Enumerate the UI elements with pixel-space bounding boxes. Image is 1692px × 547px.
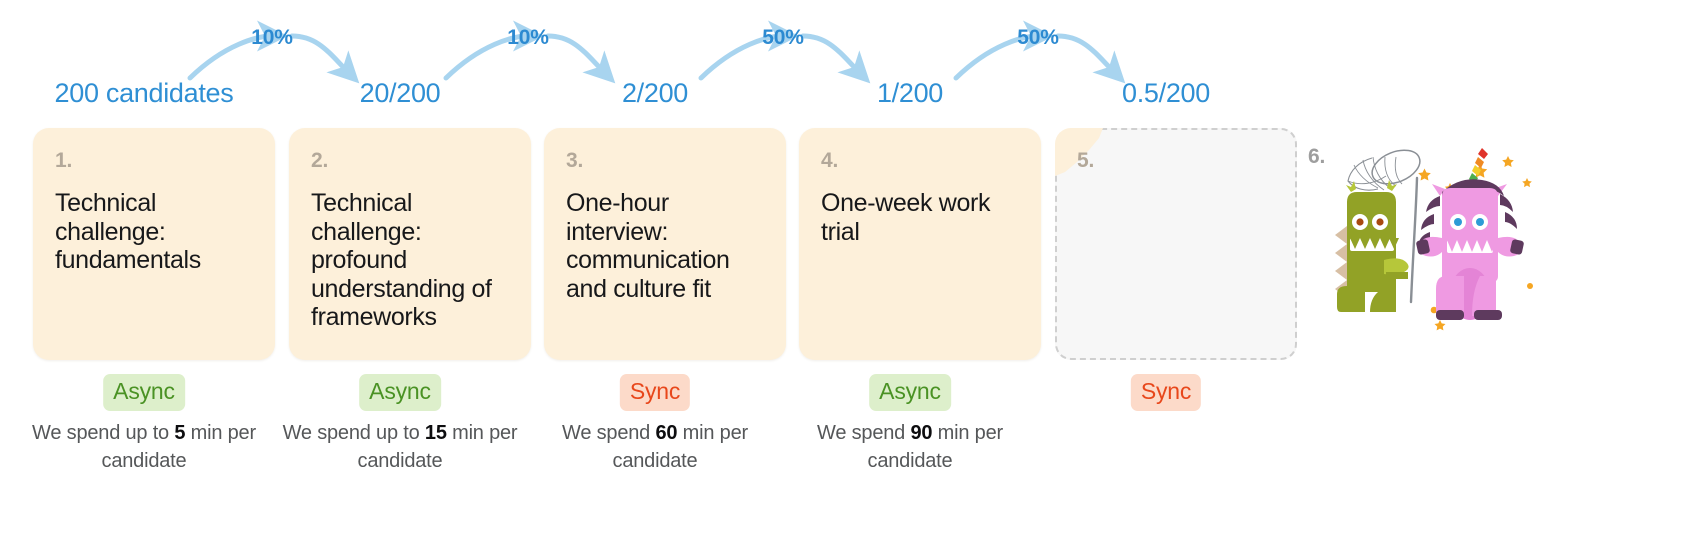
- mode-badges-row: Async Async Sync Async Sync: [0, 374, 1692, 411]
- status-badge-step-1: Async: [103, 374, 185, 411]
- stage-card-2-number: 2.: [311, 149, 329, 172]
- candidate-count-5: 0.5/200: [1122, 78, 1210, 108]
- time-caption-step-1-value: 5: [174, 422, 186, 444]
- status-badge-step-5: Sync: [1130, 374, 1202, 411]
- unicorn-monster-icon: [1416, 148, 1524, 320]
- time-caption-step-2-pre: We spend up to: [282, 422, 425, 444]
- stage-card-2-title: Technical challenge: profound understand…: [311, 189, 492, 331]
- stage-card-4-number: 4.: [821, 149, 839, 172]
- status-badge-step-2: Async: [359, 374, 441, 411]
- status-badge-step-4: Async: [869, 374, 951, 411]
- funnel-conversion-row: 10% 10% 50% 50% 200 candidates 20/200 2/…: [0, 0, 1692, 130]
- stage-card-1-title: Technical challenge: fundamentals: [55, 189, 201, 274]
- stage-card-1-number: 1.: [55, 149, 73, 172]
- stage-item-6-illustration: 6.: [1300, 128, 1550, 360]
- conversion-rate-1: 10%: [251, 26, 293, 49]
- conversion-arrows: [187, 20, 1126, 84]
- candidate-count-2: 20/200: [359, 78, 441, 108]
- time-caption-step-4-value: 90: [910, 422, 933, 444]
- candidate-count-row: 200 candidates 20/200 2/200 1/200 0.5/20…: [0, 78, 1692, 118]
- stage-card-4[interactable]: 4. One-week work trial: [799, 128, 1041, 360]
- green-monster-icon: [1335, 180, 1409, 312]
- time-caption-step-4: We spend 90 min per candidate: [788, 420, 1032, 475]
- conversion-rate-4: 50%: [1017, 26, 1059, 49]
- time-caption-step-1-pre: We spend up to: [32, 422, 175, 444]
- candidate-count-1: 200 candidates: [54, 78, 234, 108]
- monsters-illustration: [1335, 148, 1533, 331]
- stage-card-1[interactable]: 1. Technical challenge: fundamentals: [33, 128, 275, 360]
- conversion-rate-3: 50%: [762, 26, 804, 49]
- stage-card-3[interactable]: 3. One-hour interview: communication and…: [544, 128, 786, 360]
- time-caption-step-3-pre: We spend: [562, 422, 656, 444]
- stage-card-5-number: 5.: [1077, 149, 1095, 172]
- stage-item-6-number: 6.: [1308, 145, 1326, 168]
- time-caption-step-2-value: 15: [424, 422, 447, 444]
- stage-cards-row: 1. Technical challenge: fundamentals 2. …: [0, 128, 1692, 363]
- hiring-funnel-diagram: 10% 10% 50% 50% 200 candidates 20/200 2/…: [0, 0, 1692, 547]
- status-badge-step-3: Sync: [619, 374, 691, 411]
- stage-card-4-title: One-week work trial: [821, 189, 991, 246]
- stage-card-3-number: 3.: [566, 149, 584, 172]
- time-caption-step-1: We spend up to 5 min per candidate: [22, 420, 266, 475]
- stage-card-2[interactable]: 2. Technical challenge: profound underst…: [289, 128, 531, 360]
- time-caption-step-2: We spend up to 15 min per candidate: [278, 420, 522, 475]
- conversion-rate-2: 10%: [507, 26, 549, 49]
- candidate-count-4: 1/200: [876, 78, 944, 108]
- candidate-count-3: 2/200: [621, 78, 689, 108]
- stage-card-5-placeholder[interactable]: 5.: [1055, 128, 1297, 360]
- time-caption-step-3-value: 60: [655, 422, 678, 444]
- time-captions-row: We spend up to 5 min per candidate We sp…: [0, 420, 1692, 490]
- stage-card-3-title: One-hour interview: communication and cu…: [566, 189, 730, 303]
- time-caption-step-3: We spend 60 min per candidate: [533, 420, 777, 475]
- time-caption-step-4-pre: We spend: [817, 422, 911, 444]
